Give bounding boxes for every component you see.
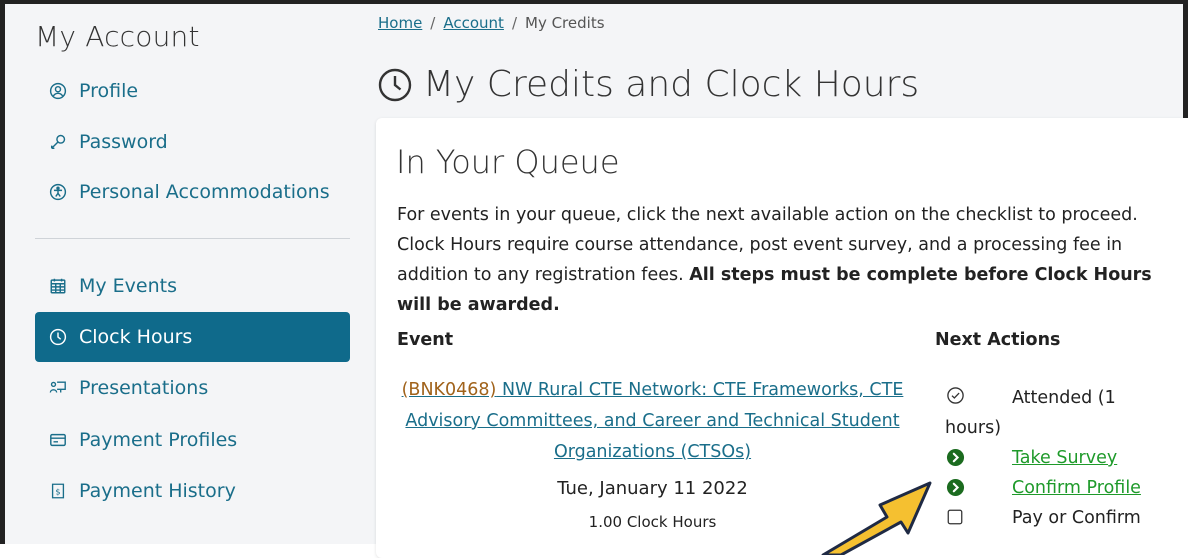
sidebar-item-clock-hours[interactable]: Clock Hours — [35, 312, 350, 362]
highlight-arrow-icon — [821, 481, 932, 555]
pay-or-confirm-label: Pay or Confirm — [1012, 508, 1141, 528]
sidebar-item-my-events[interactable]: My Events — [35, 264, 350, 308]
page-title: My Credits and Clock Hours — [377, 64, 919, 105]
clock-icon — [49, 328, 67, 346]
sidebar-item-label: Password — [79, 131, 168, 153]
sidebar-item-presentations[interactable]: Presentations — [35, 366, 350, 410]
sidebar-item-personal-accommodations[interactable]: Personal Accommodations — [35, 170, 350, 214]
accessibility-icon — [49, 183, 67, 201]
sidebar-item-payment-history[interactable]: $ Payment History — [35, 469, 350, 513]
queue-intro: For events in your queue, click the next… — [397, 200, 1177, 320]
confirm-profile-link[interactable]: Confirm Profile — [1012, 475, 1141, 501]
sidebar-item-label: My Events — [79, 275, 178, 297]
sidebar-item-label: Profile — [79, 80, 139, 102]
svg-text:$: $ — [55, 487, 60, 497]
breadcrumb-account-link[interactable]: Account — [443, 14, 504, 32]
presentation-icon — [49, 379, 67, 397]
sidebar-divider — [35, 238, 350, 239]
page-title-text: My Credits and Clock Hours — [423, 64, 920, 105]
sidebar-item-payment-profiles[interactable]: Payment Profiles — [35, 418, 350, 462]
event-title-link[interactable]: (BNK0468) NW Rural CTE Network: CTE Fram… — [402, 380, 904, 462]
sidebar-item-label: Personal Accommodations — [79, 181, 330, 203]
user-circle-icon — [49, 82, 67, 100]
event-code: (BNK0468) — [401, 380, 497, 400]
sidebar-item-label: Payment History — [79, 480, 236, 502]
take-survey-link[interactable]: Take Survey — [1012, 445, 1117, 471]
sidebar-item-label: Clock Hours — [79, 326, 193, 348]
clock-icon — [377, 67, 413, 103]
sidebar-item-label: Payment Profiles — [79, 429, 238, 451]
breadcrumb: Home / Account / My Credits — [378, 14, 605, 32]
credit-card-icon — [49, 431, 67, 449]
calendar-icon — [49, 277, 67, 295]
breadcrumb-home-link[interactable]: Home — [378, 14, 422, 32]
receipt-icon: $ — [49, 482, 67, 500]
action-attended-label: Attended (1 hours) — [945, 388, 1116, 438]
column-header-next-actions: Next Actions — [935, 330, 1061, 350]
sidebar-title: My Account — [35, 20, 200, 53]
breadcrumb-separator: / — [511, 14, 517, 32]
key-icon — [49, 133, 67, 151]
breadcrumb-current: My Credits — [525, 14, 605, 32]
sidebar-item-label: Presentations — [79, 377, 209, 399]
breadcrumb-separator: / — [430, 14, 436, 32]
queue-title: In Your Queue — [396, 143, 620, 181]
sidebar-item-password[interactable]: Password — [35, 120, 350, 164]
sidebar-item-profile[interactable]: Profile — [35, 69, 350, 113]
column-header-event: Event — [397, 330, 454, 350]
